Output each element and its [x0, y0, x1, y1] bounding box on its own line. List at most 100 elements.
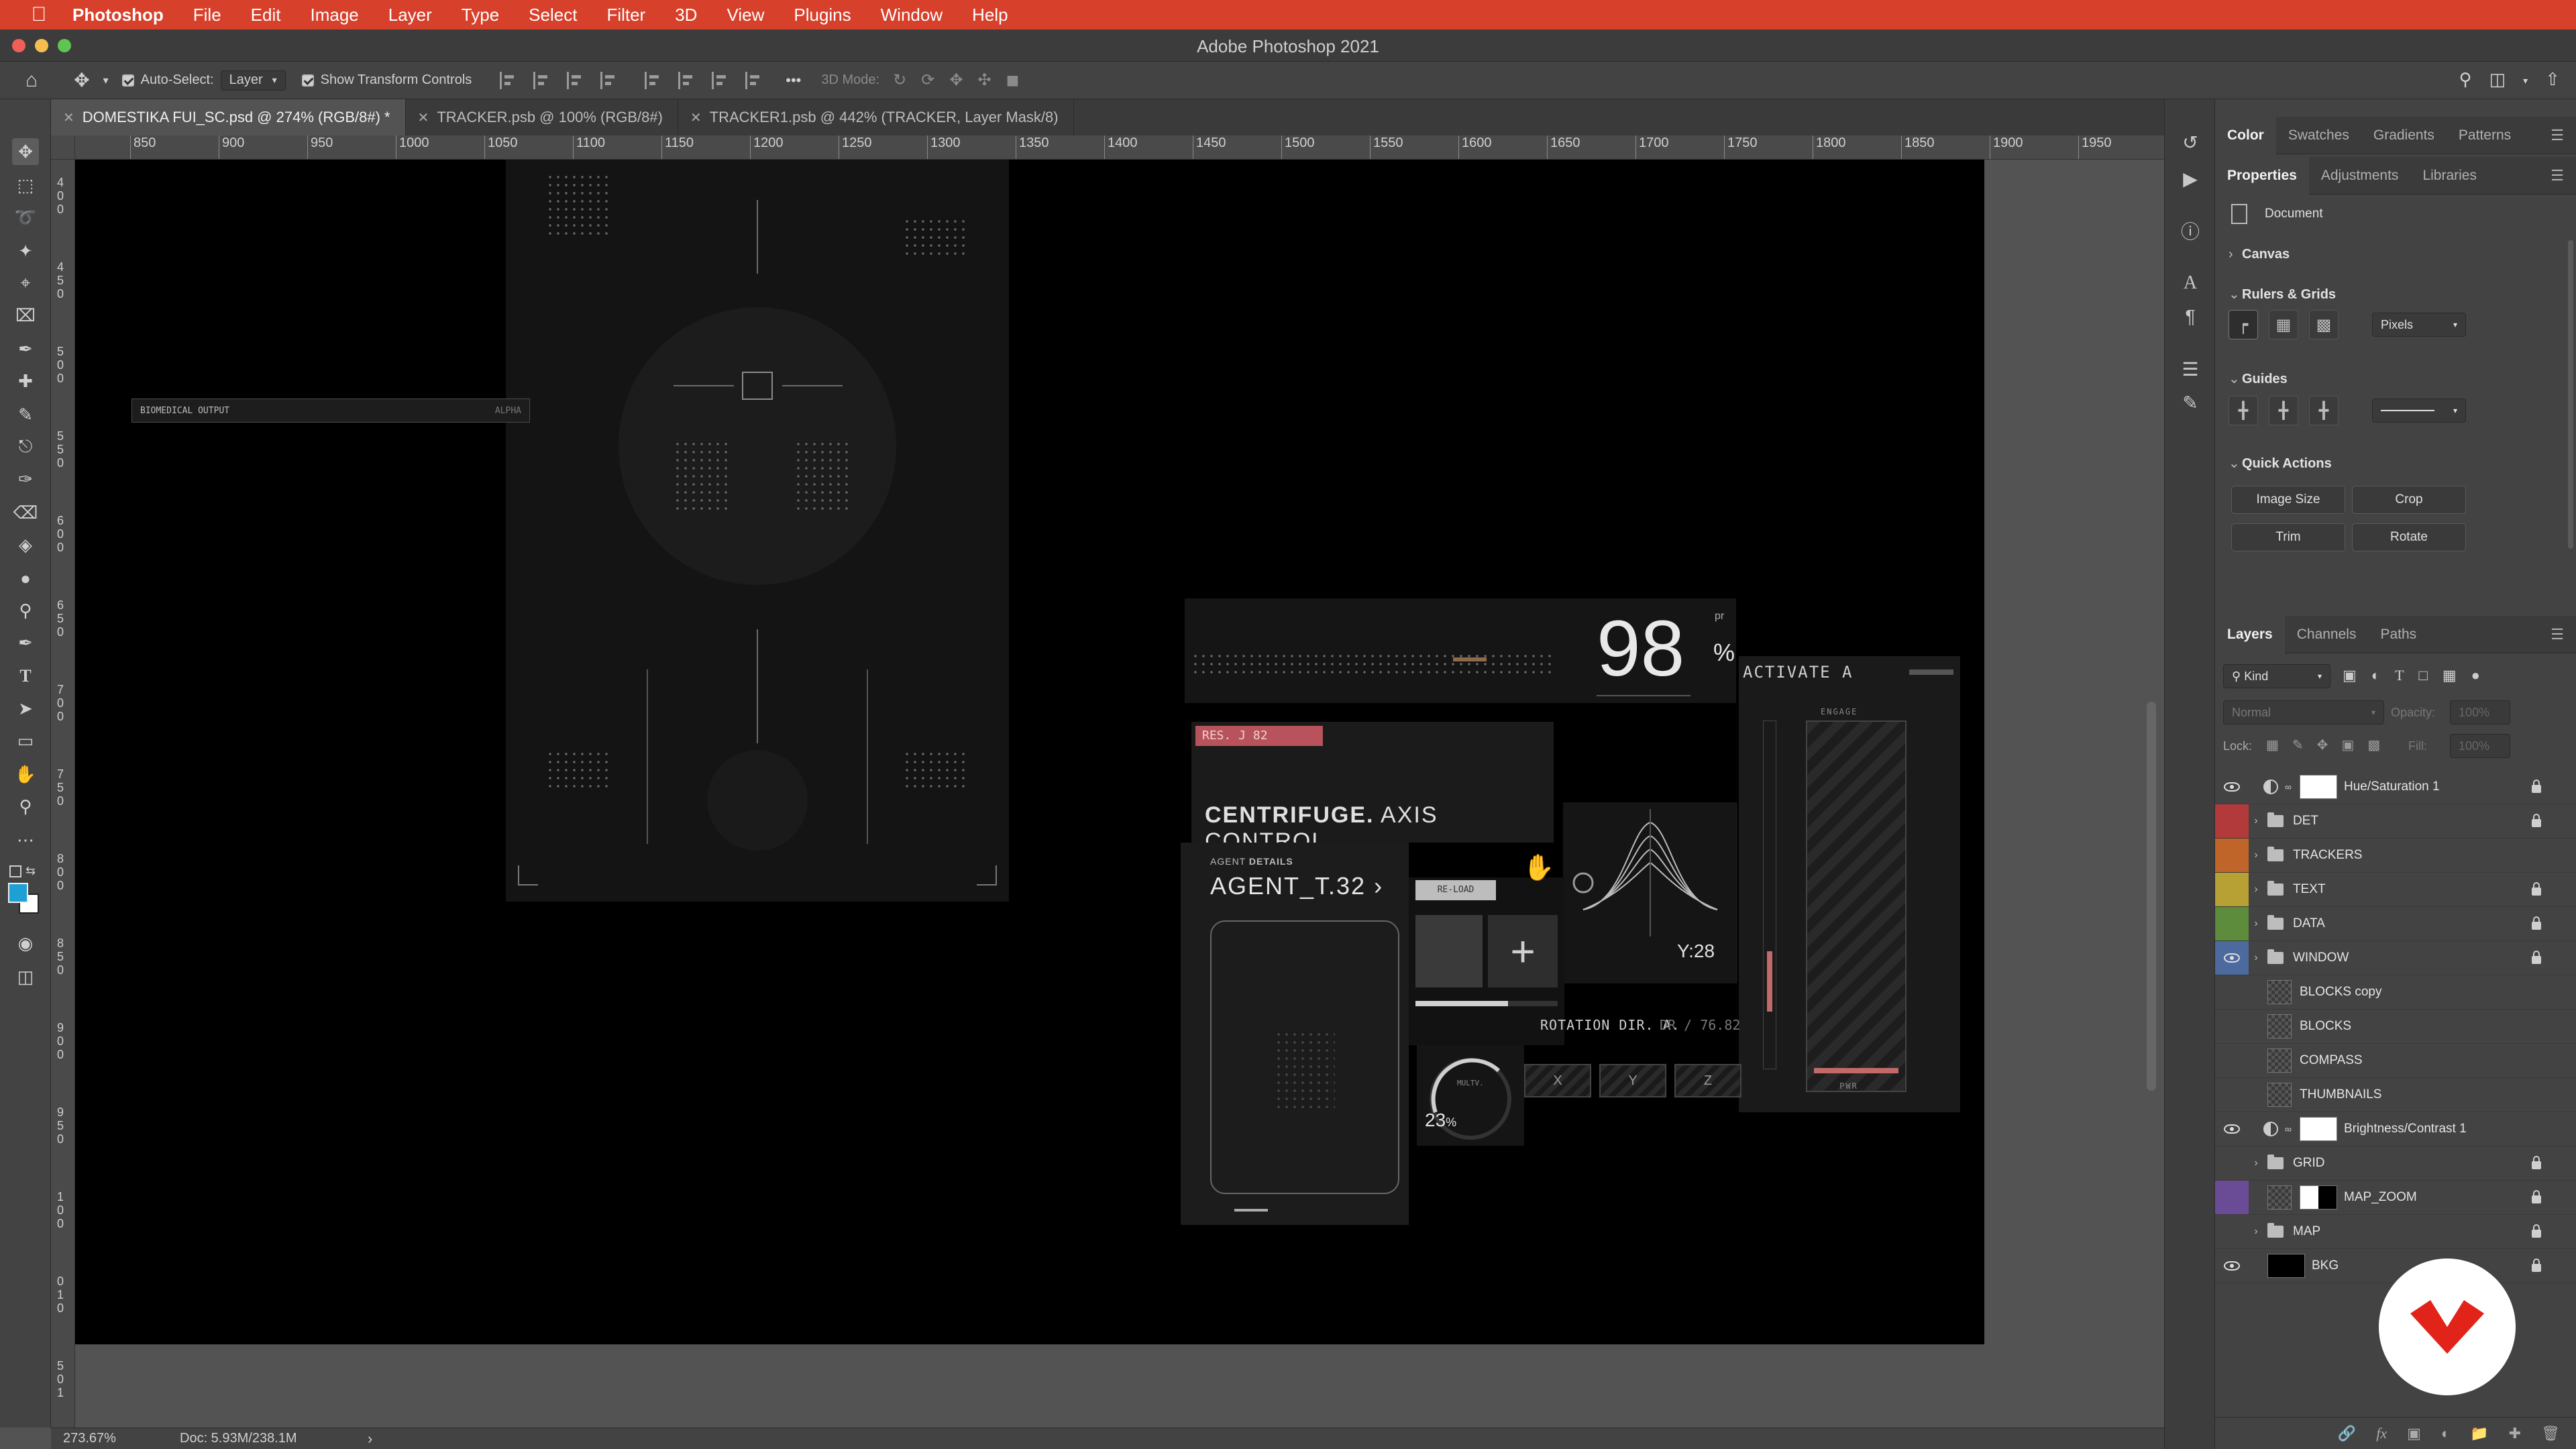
visibility-toggle[interactable] — [2215, 1010, 2249, 1043]
layer-row[interactable]: THUMBNAILS — [2215, 1078, 2576, 1112]
zoom-tool-icon[interactable]: ⚲ — [12, 793, 39, 820]
close-icon[interactable]: ✕ — [418, 109, 429, 126]
smart-object-thumbnail[interactable] — [2267, 1049, 2292, 1073]
layer-row[interactable]: › DET — [2215, 804, 2576, 839]
image-size-button[interactable]: Image Size — [2231, 486, 2345, 514]
crop-button[interactable]: Crop — [2352, 486, 2466, 514]
ruler-origin[interactable] — [51, 136, 75, 160]
blend-mode-select[interactable]: Normal ▾ — [2223, 700, 2384, 724]
layer-name[interactable]: MAP — [2293, 1224, 2320, 1239]
menu-help[interactable]: Help — [957, 5, 1022, 25]
layer-row[interactable]: MAP_ZOOM — [2215, 1181, 2576, 1215]
lock-pixels-icon[interactable]: ▦ — [2266, 737, 2279, 753]
scale-3d-icon[interactable]: ◼ — [1006, 70, 1020, 90]
more-options-button[interactable]: ••• — [779, 68, 808, 93]
menu-layer[interactable]: Layer — [374, 5, 447, 25]
swap-colors-icon[interactable]: ⇆ — [25, 864, 36, 878]
visibility-toggle[interactable] — [2215, 1215, 2249, 1248]
tab-swatches[interactable]: Swatches — [2276, 117, 2361, 154]
history-icon[interactable]: ↺ — [2177, 129, 2204, 156]
layer-name[interactable]: THUMBNAILS — [2300, 1087, 2381, 1102]
tab-gradients[interactable]: Gradients — [2361, 117, 2447, 154]
mask-thumbnail[interactable] — [2299, 1117, 2337, 1141]
menu-image[interactable]: Image — [295, 5, 373, 25]
tab-channels[interactable]: Channels — [2285, 616, 2369, 653]
menu-select[interactable]: Select — [514, 5, 592, 25]
visibility-toggle[interactable] — [2215, 1078, 2249, 1112]
info-icon[interactable]: ⓘ — [2177, 217, 2204, 244]
expand-chevron-icon[interactable]: › — [2249, 918, 2263, 930]
search-icon[interactable]: ⚲ — [2459, 69, 2472, 92]
rectangle-tool-icon[interactable]: ▭ — [12, 727, 39, 754]
zoom-level[interactable]: 273.67% — [63, 1431, 170, 1446]
filter-type-icon[interactable]: T — [2395, 667, 2404, 684]
align-middle-icon[interactable] — [678, 71, 696, 89]
lock-all-icon[interactable]: ▩ — [2367, 737, 2380, 753]
filter-pixel-icon[interactable]: ▣ — [2343, 667, 2357, 684]
new-layer-icon[interactable]: ✚ — [2509, 1425, 2521, 1442]
layer-filter-select[interactable]: ⚲ Kind ▾ — [2223, 664, 2330, 688]
mask-thumbnail[interactable] — [2299, 775, 2337, 799]
layer-name[interactable]: DET — [2293, 814, 2318, 828]
visibility-toggle[interactable] — [2215, 907, 2249, 941]
home-icon[interactable]: ⌂ — [19, 68, 44, 93]
auto-select-dropdown[interactable]: Layer ▾ — [220, 70, 286, 91]
tab-tracker[interactable]: ✕ TRACKER.psb @ 100% (RGB/8#) — [406, 99, 678, 136]
distribute-v-icon[interactable] — [745, 71, 763, 89]
lock-artboard-icon[interactable]: ▣ — [2341, 737, 2354, 753]
units-select[interactable]: Pixels ▾ — [2372, 313, 2466, 337]
visibility-toggle[interactable] — [2215, 804, 2249, 838]
tab-patterns[interactable]: Patterns — [2447, 117, 2523, 154]
layer-name[interactable]: Brightness/Contrast 1 — [2344, 1122, 2467, 1136]
layer-name[interactable]: BKG — [2312, 1258, 2339, 1273]
layer-row[interactable]: BLOCKS — [2215, 1010, 2576, 1044]
mask-thumbnail[interactable] — [2300, 1185, 2337, 1210]
layer-row[interactable]: › GRID — [2215, 1146, 2576, 1181]
visibility-toggle[interactable] — [2215, 1249, 2249, 1283]
workspace-icon[interactable]: ◫ — [2489, 69, 2506, 92]
foreground-color-swatch[interactable] — [8, 883, 28, 903]
new-group-icon[interactable]: 📁 — [2470, 1425, 2488, 1442]
opacity-field[interactable]: 100% — [2450, 700, 2510, 724]
layer-row[interactable]: › MAP — [2215, 1215, 2576, 1249]
expand-chevron-icon[interactable]: › — [2249, 883, 2263, 896]
filter-adjust-icon[interactable]: ◐ — [2371, 667, 2380, 684]
expand-chevron-icon[interactable]: › — [2249, 1226, 2263, 1238]
brush-settings-icon[interactable]: ✎ — [2177, 389, 2204, 416]
ruler-toggle-icon[interactable]: ┍ — [2229, 310, 2258, 339]
tab-color[interactable]: Color — [2215, 116, 2276, 154]
lasso-tool-icon[interactable]: ➰ — [12, 204, 39, 231]
chevron-down-icon[interactable]: ▾ — [2523, 69, 2528, 92]
tab-layers[interactable]: Layers — [2215, 615, 2285, 653]
panel-menu-icon[interactable]: ☰ — [2551, 626, 2564, 643]
smart-object-thumbnail[interactable] — [2267, 1014, 2292, 1038]
align-bottom-icon[interactable] — [712, 71, 729, 89]
layer-name[interactable]: BLOCKS copy — [2300, 985, 2382, 1000]
actions-play-icon[interactable]: ▶ — [2177, 165, 2204, 192]
share-icon[interactable]: ⇧ — [2545, 69, 2560, 92]
lock-paint-icon[interactable]: ✎ — [2292, 737, 2304, 753]
visibility-toggle[interactable] — [2215, 1112, 2249, 1146]
edit-toolbar-icon[interactable]: ⋯ — [12, 826, 39, 853]
blur-tool-icon[interactable]: ● — [12, 565, 39, 592]
add-mask-icon[interactable]: ▣ — [2407, 1425, 2421, 1442]
menu-type[interactable]: Type — [447, 5, 514, 25]
vertical-ruler[interactable]: 4004505005506006507007508008509009501000… — [51, 160, 75, 1428]
align-left-icon[interactable] — [500, 71, 517, 89]
visibility-toggle[interactable] — [2215, 839, 2249, 872]
layer-row[interactable]: › DATA — [2215, 907, 2576, 941]
menu-app-photoshop[interactable]: Photoshop — [55, 5, 178, 25]
layer-name[interactable]: TEXT — [2293, 882, 2326, 897]
move-tool-icon[interactable]: ✥ — [67, 68, 96, 93]
layer-name[interactable]: MAP_ZOOM — [2344, 1190, 2417, 1205]
lock-position-icon[interactable]: ✥ — [2317, 737, 2328, 753]
guide-layout-icon[interactable]: ╋ — [2309, 396, 2339, 425]
align-center-h-icon[interactable] — [533, 71, 551, 89]
layer-row[interactable]: ∞ Brightness/Contrast 1 — [2215, 1112, 2576, 1146]
quick-select-tool-icon[interactable]: ✦ — [12, 237, 39, 264]
visibility-toggle[interactable] — [2215, 975, 2249, 1009]
layer-row[interactable]: BKG — [2215, 1249, 2576, 1283]
grid-toggle-icon[interactable]: ▦ — [2269, 310, 2298, 339]
layer-name[interactable]: DATA — [2293, 916, 2325, 931]
align-top-icon[interactable] — [645, 71, 662, 89]
